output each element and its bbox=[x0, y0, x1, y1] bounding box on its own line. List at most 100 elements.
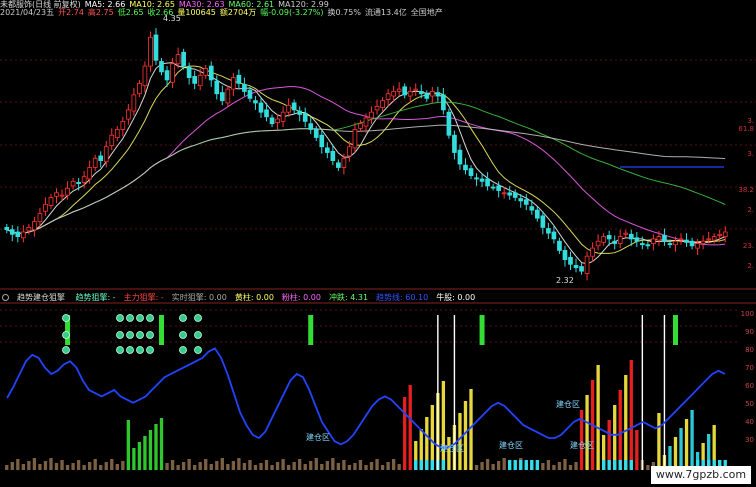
signal-marker-icon bbox=[179, 331, 187, 339]
candle-up bbox=[617, 236, 623, 244]
indicator-bar bbox=[54, 463, 59, 470]
indicator-bar bbox=[314, 458, 318, 470]
indicator-bar bbox=[624, 375, 628, 470]
indicator-axis-tick: 80 bbox=[745, 346, 754, 354]
green-signal-column bbox=[308, 315, 314, 345]
candle-down bbox=[540, 215, 546, 228]
candle-down bbox=[474, 177, 479, 180]
candle-down bbox=[402, 86, 408, 96]
indicator-bar bbox=[568, 465, 573, 470]
indicator-bar bbox=[220, 458, 224, 470]
indicator-bar bbox=[408, 385, 412, 470]
indicator-cyan-bar bbox=[601, 460, 606, 470]
indicator-bar bbox=[5, 465, 9, 470]
candle-down bbox=[418, 91, 424, 95]
indicator-header-item: 粉柱: 0.00 bbox=[281, 293, 321, 302]
indicator-bar bbox=[563, 459, 567, 470]
indicator-bar bbox=[298, 459, 302, 470]
indicator-bar bbox=[574, 462, 578, 470]
header.line2-item: 全国地产 bbox=[410, 8, 443, 17]
candle-up bbox=[81, 176, 87, 183]
green-signal-column bbox=[672, 315, 678, 345]
candle-up bbox=[280, 111, 286, 122]
candle-down bbox=[606, 235, 612, 240]
settings-gear-icon[interactable] bbox=[2, 294, 9, 301]
indicator-bar bbox=[71, 463, 75, 470]
candle-down bbox=[253, 100, 258, 104]
indicator-cyan-bar bbox=[441, 460, 446, 470]
candle-up bbox=[120, 120, 126, 130]
indicator-bar bbox=[347, 465, 352, 470]
candle-up bbox=[142, 65, 148, 87]
header.line2-item: 流通13.4亿 bbox=[364, 8, 407, 17]
indicator-bar bbox=[281, 459, 285, 470]
candle-up bbox=[717, 233, 723, 236]
indicator-bar bbox=[21, 464, 26, 470]
candle-up bbox=[87, 167, 92, 180]
indicator-bar bbox=[170, 460, 175, 470]
indicator-bar bbox=[65, 465, 70, 470]
indicator-bar bbox=[242, 463, 247, 470]
candle-up bbox=[584, 255, 590, 274]
candle-down bbox=[479, 178, 485, 182]
indicator-bar bbox=[193, 465, 197, 470]
candle-down bbox=[628, 233, 634, 240]
indicator-bar bbox=[259, 463, 263, 470]
indicator-bar bbox=[93, 459, 97, 470]
indicator-bar bbox=[380, 465, 385, 470]
indicator-bar bbox=[60, 460, 64, 470]
candle-down bbox=[302, 112, 308, 122]
candle-up bbox=[623, 232, 629, 235]
candle-up bbox=[32, 221, 37, 231]
candle-up bbox=[225, 88, 231, 104]
signal-marker-icon bbox=[136, 346, 144, 354]
indicator-bar bbox=[336, 463, 341, 470]
signal-marker-icon bbox=[194, 314, 202, 322]
candle-down bbox=[523, 199, 529, 205]
candle-down bbox=[153, 34, 159, 61]
candle-down bbox=[568, 256, 573, 265]
candle-up bbox=[352, 129, 358, 149]
indicator-bar bbox=[474, 465, 479, 470]
signal-marker-icon bbox=[126, 331, 134, 339]
indicator-bar bbox=[32, 458, 37, 470]
candle-down bbox=[264, 109, 269, 118]
candle-up bbox=[286, 104, 291, 113]
candle-up bbox=[109, 134, 115, 146]
header.line2-item: 量100645 bbox=[177, 8, 216, 17]
indicator-bar bbox=[684, 419, 689, 470]
candle-up bbox=[656, 236, 662, 241]
candle-down bbox=[562, 250, 568, 261]
indicator-axis-tick: 60 bbox=[745, 382, 754, 390]
candle-down bbox=[424, 93, 430, 99]
indicator-bar bbox=[215, 461, 219, 470]
indicator-bar bbox=[441, 381, 446, 470]
signal-marker-icon bbox=[146, 331, 154, 339]
candle-down bbox=[551, 231, 557, 240]
candle-down bbox=[579, 266, 584, 272]
indicator-bar bbox=[187, 459, 191, 470]
indicator-header-item: 主力狙擎: - bbox=[123, 293, 164, 302]
indicator-bar bbox=[585, 395, 589, 470]
indicator-cyan-bar bbox=[425, 460, 429, 470]
candle-down bbox=[186, 66, 192, 79]
indicator-axis-tick: 70 bbox=[745, 364, 754, 372]
candle-up bbox=[103, 146, 109, 163]
signal-marker-icon bbox=[62, 314, 70, 322]
candle-down bbox=[330, 150, 336, 161]
indicator-bar bbox=[386, 462, 390, 470]
candle-up bbox=[126, 109, 131, 120]
candle-up bbox=[65, 187, 70, 196]
watermark: www.7gpzb.com bbox=[651, 466, 751, 484]
signal-marker-icon bbox=[179, 314, 187, 322]
candle-down bbox=[4, 226, 10, 231]
candle-up bbox=[595, 240, 601, 247]
candle-up bbox=[231, 77, 236, 90]
header.line2-item: 高2.75 bbox=[87, 8, 114, 17]
indicator-bar bbox=[76, 460, 81, 470]
candle-up bbox=[131, 94, 137, 112]
indicator-bar bbox=[159, 418, 164, 470]
candle-down bbox=[485, 178, 490, 187]
candle-down bbox=[452, 134, 457, 153]
indicator-bar bbox=[353, 463, 357, 470]
